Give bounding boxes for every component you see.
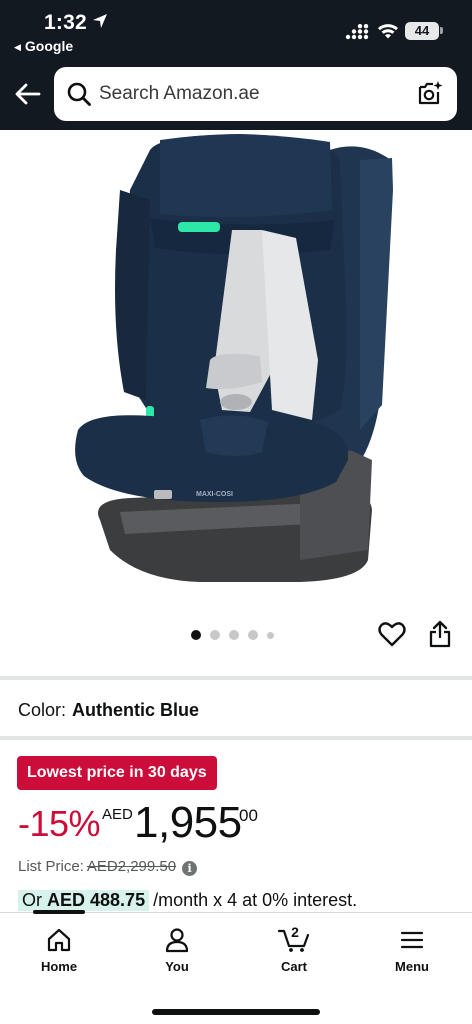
section-divider [0, 736, 472, 740]
color-label: Color: [18, 700, 67, 720]
image-pager[interactable] [191, 629, 274, 641]
battery-tip [440, 27, 443, 34]
camera-search-icon[interactable] [416, 79, 444, 107]
active-tab-indicator [33, 910, 85, 914]
battery-indicator: 44 [405, 22, 439, 40]
seat-headrest [160, 134, 332, 218]
home-icon [47, 928, 71, 952]
nav-menu[interactable]: Menu [362, 927, 462, 974]
harness-buckle [220, 394, 252, 410]
color-value: Authentic Blue [72, 700, 200, 720]
seat-side-panel [360, 158, 393, 430]
seat-tag [154, 490, 172, 499]
location-arrow-icon [93, 14, 107, 28]
harness-buckle-area [206, 353, 262, 390]
search-input[interactable] [99, 67, 399, 121]
installment-offer[interactable]: Or AED 488.75/month x 4 at 0% interest. [18, 890, 357, 912]
price-fraction: 00 [239, 806, 258, 825]
isofix-indicator-top [178, 222, 220, 232]
hamburger-menu-icon [400, 931, 424, 949]
search-icon [67, 82, 91, 106]
top-header: 1:32 ◀ Google 44 [0, 0, 472, 130]
discount-percent: -15% [18, 803, 101, 844]
bottom-navigation: Home You 2 Cart Menu [0, 910, 472, 1024]
pager-dot-5[interactable] [267, 631, 274, 639]
nav-home[interactable]: Home [9, 927, 109, 974]
share-icon[interactable] [428, 620, 452, 648]
crotch-pad [200, 415, 268, 456]
seat-brand-text: MAXI-COSI [196, 491, 233, 498]
cellular-signal-icon [345, 24, 369, 40]
deal-badge: Lowest price in 30 days [17, 756, 217, 790]
cart-count: 2 [291, 924, 299, 940]
nav-home-label: Home [40, 959, 78, 974]
pager-dot-1[interactable] [191, 630, 201, 640]
seat-left-bolster [115, 190, 150, 400]
back-triangle-icon: ◀ [14, 42, 21, 52]
back-arrow-icon[interactable] [12, 80, 42, 108]
nav-cart[interactable]: 2 Cart [244, 924, 344, 974]
installment-amount: AED 488.75 [47, 890, 146, 910]
back-to-app-link[interactable]: ◀ Google [14, 38, 73, 54]
info-icon[interactable]: i [182, 861, 198, 876]
status-time: 1:32 [44, 11, 87, 34]
home-indicator-bar[interactable] [152, 1009, 320, 1015]
nav-cart-label: Cart [280, 959, 307, 974]
wifi-icon [378, 24, 398, 39]
back-app-label: Google [24, 38, 74, 54]
pager-dot-2[interactable] [210, 630, 220, 640]
user-icon [165, 928, 189, 953]
pager-dot-4[interactable] [248, 630, 258, 640]
list-price-label: List Price: [18, 858, 84, 875]
search-bar[interactable] [54, 67, 457, 121]
product-image[interactable]: MAXI-COSI [0, 130, 472, 620]
wishlist-heart-icon[interactable] [378, 621, 406, 647]
price-whole: 1,955 [134, 798, 242, 847]
installment-prefix: Or [22, 890, 42, 910]
section-divider [0, 676, 472, 680]
color-selection: Color: Authentic Blue [18, 700, 199, 721]
list-price: List Price: AED2,299.50 i [18, 858, 198, 876]
nav-you[interactable]: You [127, 927, 227, 974]
installment-terms: /month x 4 at 0% interest. [153, 890, 358, 910]
pager-dot-3[interactable] [229, 630, 239, 640]
nav-you-label: You [165, 959, 189, 974]
price-currency: AED [102, 806, 133, 823]
list-price-value: AED2,299.50 [86, 858, 177, 875]
nav-menu-label: Menu [395, 959, 429, 974]
installment-chip: Or AED 488.75 [18, 890, 150, 911]
